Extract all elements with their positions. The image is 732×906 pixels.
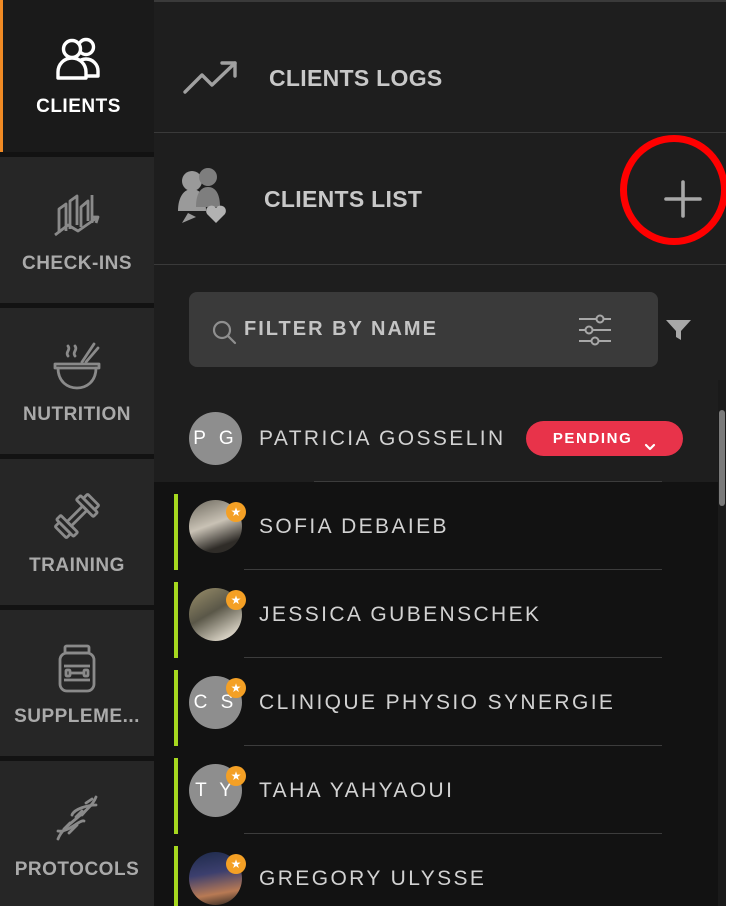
sidebar-item-nutrition[interactable]: NUTRITION: [0, 308, 154, 454]
client-name: TAHA YAHYAOUI: [259, 779, 455, 802]
active-client-marker: [174, 582, 178, 658]
sidebar-item-label: CLIENTS: [36, 96, 121, 117]
chart-trend-icon: [50, 187, 104, 241]
star-icon: ★: [226, 854, 246, 874]
search-input[interactable]: FILTER BY NAME: [189, 292, 658, 367]
active-client-marker: [174, 494, 178, 570]
status-badge[interactable]: PENDING: [526, 421, 683, 456]
sidebar: CLIENTS CHECK-INS NUTRITION TRAINING SUP…: [0, 0, 154, 906]
list-scrollbar[interactable]: [718, 380, 726, 906]
client-row[interactable]: ★ JESSICA GUBENSCHEK: [154, 570, 718, 658]
client-name: GREGORY ULYSSE: [259, 867, 487, 890]
supplement-jar-icon: [50, 642, 104, 696]
plus-icon: [663, 179, 703, 219]
star-icon: ★: [226, 590, 246, 610]
sidebar-item-label: PROTOCOLS: [14, 859, 140, 880]
client-name: SOFIA DEBAIEB: [259, 515, 449, 538]
sidebar-item-label: TRAINING: [29, 555, 125, 576]
star-icon: ★: [226, 766, 246, 786]
add-client-button[interactable]: [654, 170, 712, 228]
search-placeholder: FILTER BY NAME: [244, 318, 438, 340]
window-edge: [726, 0, 732, 906]
sidebar-item-supplements[interactable]: SUPPLEME...: [0, 610, 154, 756]
scrollbar-thumb[interactable]: [719, 410, 725, 506]
dna-icon: [50, 791, 104, 845]
clients-list-row: CLIENTS LIST: [154, 133, 726, 265]
trending-up-icon: [182, 58, 240, 98]
search-icon: [211, 319, 237, 345]
clients-panel: CLIENTS LOGS CLIENTS LIST FILTER BY NAME…: [154, 0, 726, 906]
clients-logs-title: CLIENTS LOGS: [269, 65, 443, 91]
status-badge-label: PENDING: [552, 430, 633, 447]
sidebar-item-training[interactable]: TRAINING: [0, 459, 154, 605]
sidebar-item-protocols[interactable]: PROTOCOLS: [0, 761, 154, 906]
client-name: CLINIQUE PHYSIO SYNERGIE: [259, 691, 616, 714]
client-row[interactable]: T Y ★ TAHA YAHYAOUI: [154, 746, 718, 834]
clients-group-icon: [174, 167, 234, 225]
filter-icon[interactable]: [665, 318, 692, 342]
clients-list-title: CLIENTS LIST: [264, 186, 423, 212]
client-row[interactable]: ★ GREGORY ULYSSE: [154, 834, 718, 906]
client-row[interactable]: C S ★ CLINIQUE PHYSIO SYNERGIE: [154, 658, 718, 746]
sidebar-item-label: CHECK-INS: [21, 253, 133, 274]
dumbbell-icon: [50, 489, 104, 543]
client-name: PATRICIA GOSSELIN: [259, 427, 506, 450]
sidebar-item-label: NUTRITION: [23, 404, 131, 425]
client-row[interactable]: ★ SOFIA DEBAIEB: [154, 482, 718, 570]
sidebar-item-check-ins[interactable]: CHECK-INS: [0, 157, 154, 303]
avatar: P G: [189, 412, 242, 465]
active-client-marker: [174, 758, 178, 834]
sliders-icon[interactable]: [577, 314, 613, 346]
sidebar-item-clients[interactable]: CLIENTS: [0, 0, 154, 152]
star-icon: ★: [226, 678, 246, 698]
client-name: JESSICA GUBENSCHEK: [259, 603, 542, 626]
star-icon: ★: [226, 502, 246, 522]
chevron-down-icon: [644, 431, 656, 451]
clients-logs-row[interactable]: CLIENTS LOGS: [154, 2, 726, 133]
users-icon: [52, 32, 106, 86]
sidebar-item-label: SUPPLEME...: [14, 706, 140, 727]
bowl-icon: [50, 340, 104, 394]
active-client-marker: [174, 670, 178, 746]
active-client-marker: [174, 846, 178, 906]
